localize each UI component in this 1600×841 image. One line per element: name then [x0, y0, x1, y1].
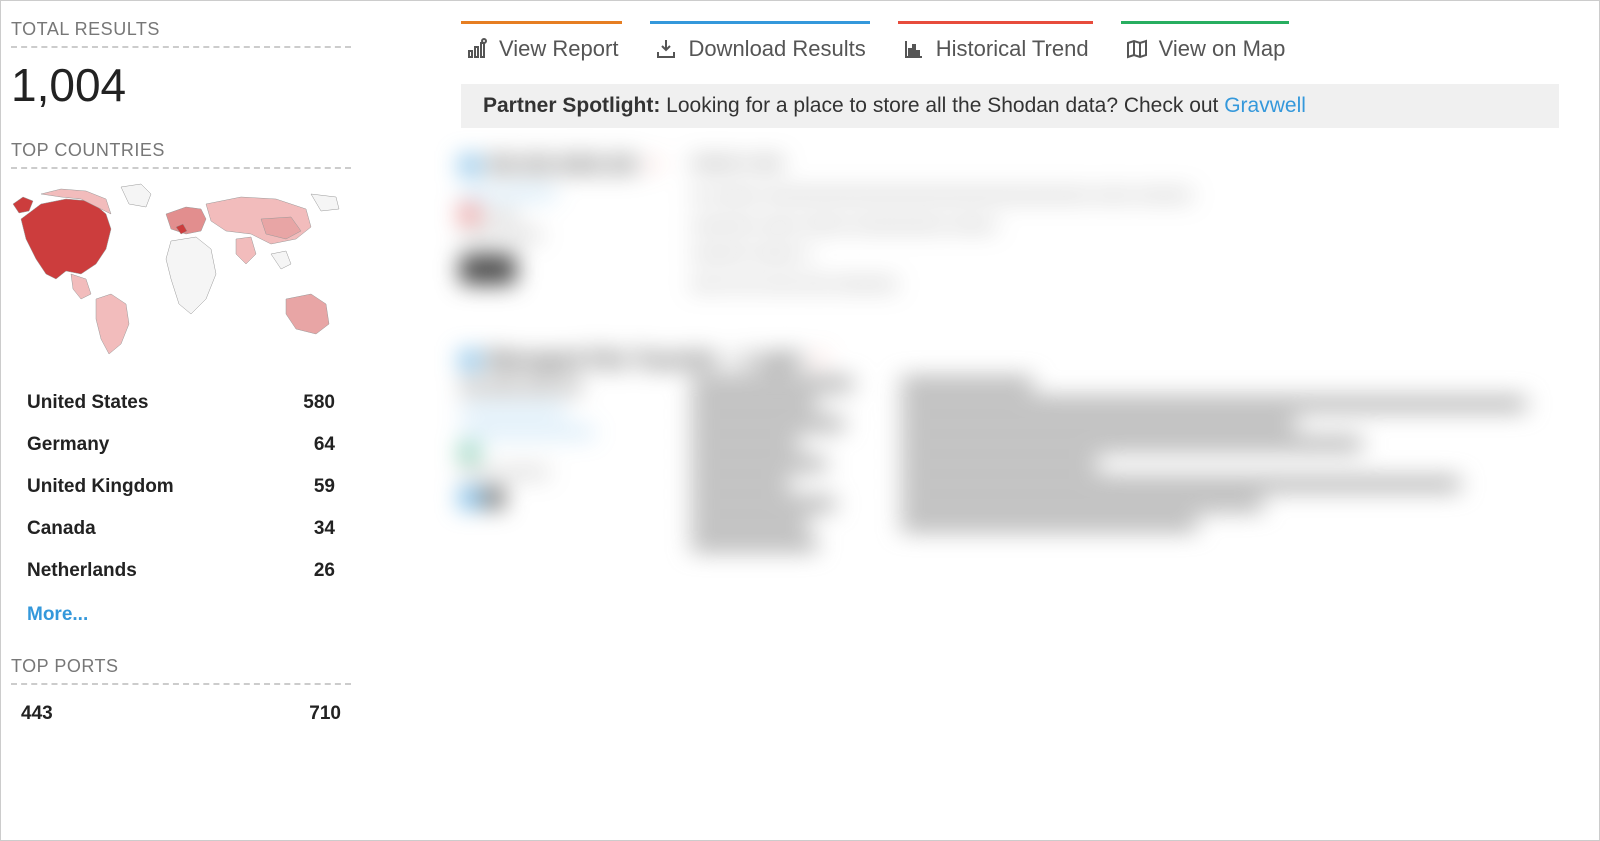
view-on-map-button[interactable]: View on Map: [1121, 21, 1290, 62]
country-list: United States 580 Germany 64 United King…: [11, 382, 351, 634]
more-link[interactable]: More...: [27, 592, 335, 634]
view-report-button[interactable]: View Report: [461, 21, 622, 62]
spotlight-link[interactable]: Gravwell: [1224, 94, 1306, 117]
action-label: View Report: [499, 36, 618, 62]
country-name: United States: [27, 392, 148, 414]
report-icon: [465, 37, 489, 61]
historical-trend-button[interactable]: Historical Trend: [898, 21, 1093, 62]
top-countries-label: TOP COUNTRIES: [11, 140, 351, 169]
action-label: View on Map: [1159, 36, 1286, 62]
chart-icon: [902, 37, 926, 61]
spotlight-text: Looking for a place to store all the Sho…: [660, 94, 1224, 117]
action-label: Historical Trend: [936, 36, 1089, 62]
country-count: 26: [314, 560, 335, 582]
country-name: Netherlands: [27, 560, 137, 582]
country-row[interactable]: Netherlands 26: [27, 550, 335, 592]
map-icon: [1125, 37, 1149, 61]
country-row[interactable]: United States 580: [27, 382, 335, 424]
port-number: 443: [21, 703, 53, 725]
partner-spotlight-banner: Partner Spotlight: Looking for a place t…: [461, 84, 1559, 128]
total-results-value: 1,004: [11, 58, 351, 112]
search-results-blurred: XX.XX.XXX.XX ↗ xxxxx.xxxxxxxx xxxxx xxxx…: [461, 152, 1559, 559]
download-icon: [654, 37, 678, 61]
country-count: 64: [314, 434, 335, 456]
download-results-button[interactable]: Download Results: [650, 21, 869, 62]
country-count: 34: [314, 518, 335, 540]
main-content: View Report Download Results: [361, 1, 1599, 840]
country-name: Germany: [27, 434, 109, 456]
sidebar: TOTAL RESULTS 1,004 TOP COUNTRIES: [1, 1, 361, 840]
action-label: Download Results: [688, 36, 865, 62]
spotlight-label: Partner Spotlight:: [483, 94, 660, 117]
port-row[interactable]: 443 710: [11, 695, 351, 733]
action-bar: View Report Download Results: [461, 21, 1559, 62]
country-row[interactable]: Canada 34: [27, 508, 335, 550]
country-row[interactable]: United Kingdom 59: [27, 466, 335, 508]
world-map: [11, 179, 341, 364]
country-count: 59: [314, 476, 335, 498]
port-count: 710: [309, 703, 341, 725]
country-name: Canada: [27, 518, 96, 540]
country-count: 580: [303, 392, 335, 414]
total-results-label: TOTAL RESULTS: [11, 19, 351, 48]
top-ports-label: TOP PORTS: [11, 656, 351, 685]
country-row[interactable]: Germany 64: [27, 424, 335, 466]
country-name: United Kingdom: [27, 476, 174, 498]
